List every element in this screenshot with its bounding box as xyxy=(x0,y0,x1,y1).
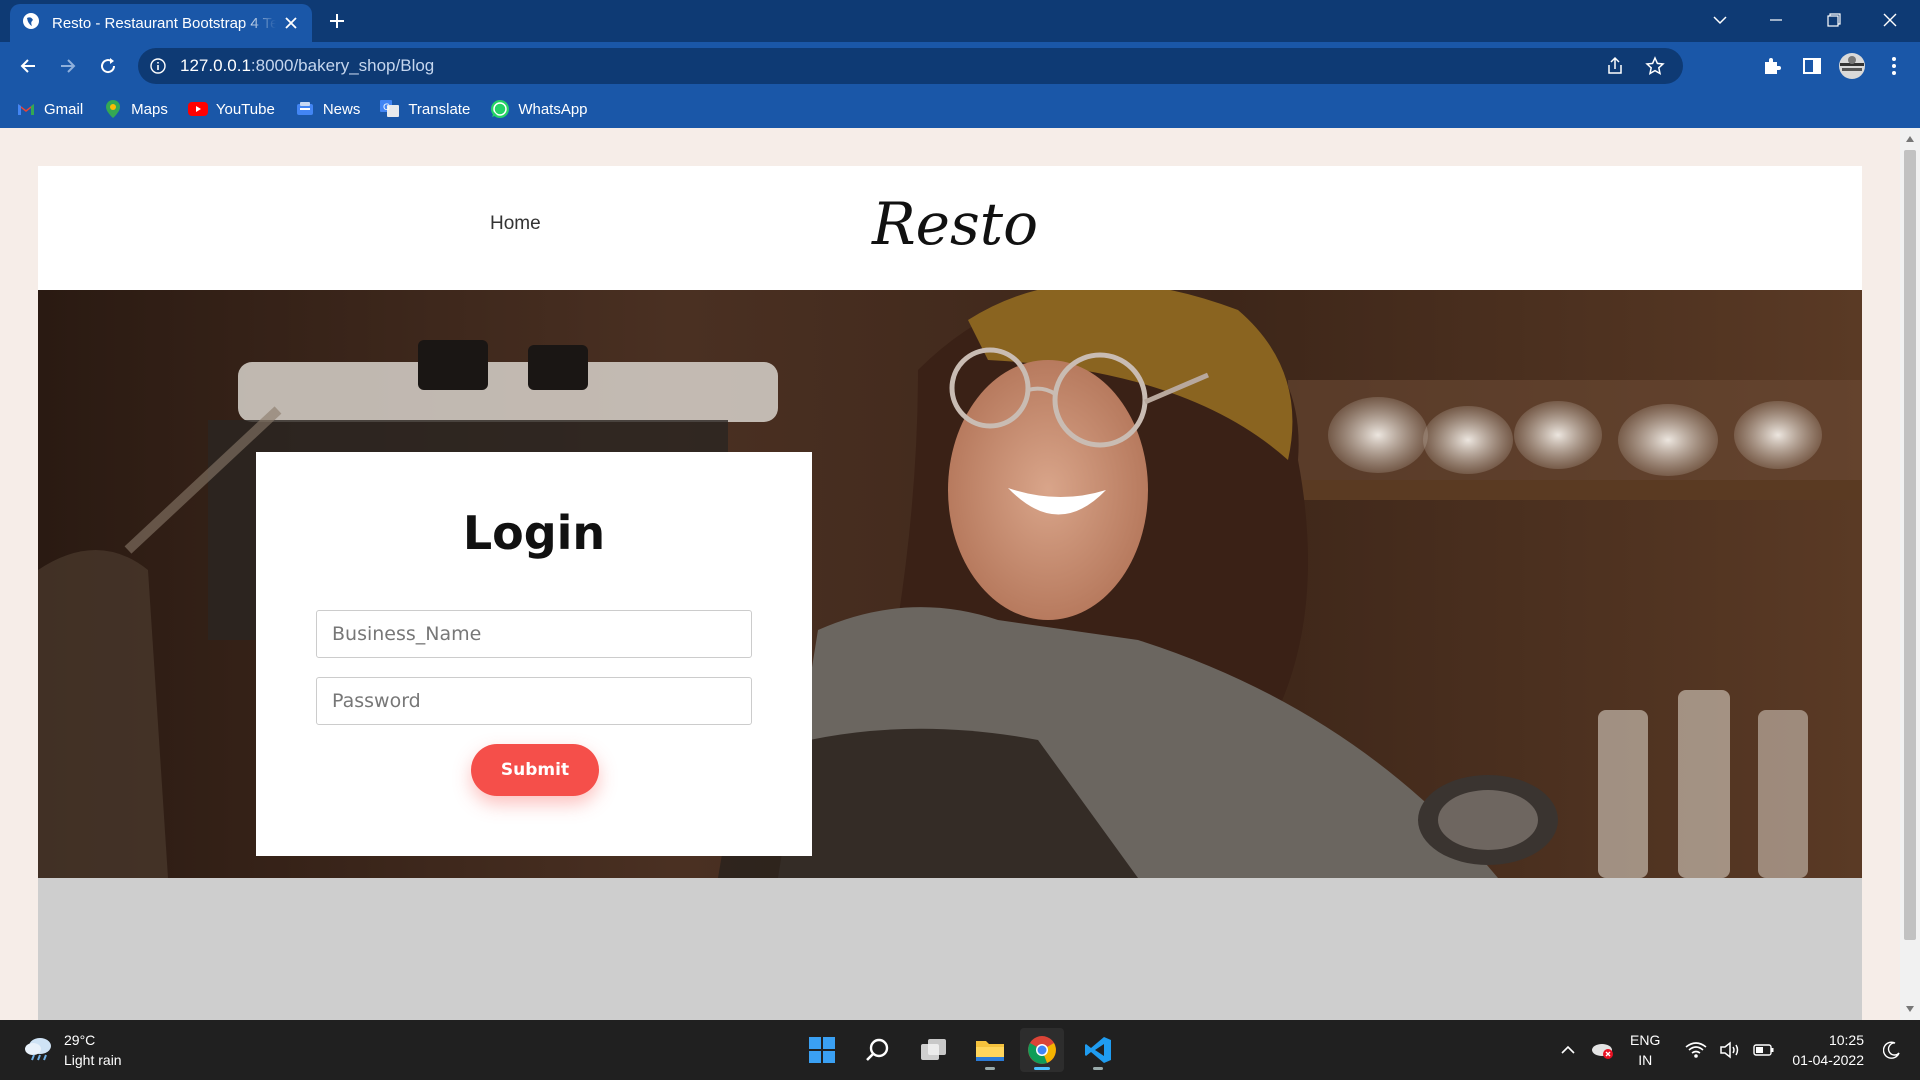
url-host: 127.0.0.1 xyxy=(180,56,251,75)
login-card: Login Submit xyxy=(256,452,812,856)
tab-title: Resto - Restaurant Bootstrap 4 Template xyxy=(52,14,276,32)
news-icon xyxy=(295,99,315,119)
lang-top: ENG xyxy=(1630,1032,1661,1048)
cloud-rain-icon xyxy=(24,1035,54,1066)
bookmark-gmail[interactable]: Gmail xyxy=(16,99,83,119)
bookmark-label: News xyxy=(322,100,361,118)
bookmark-news[interactable]: News xyxy=(295,99,361,119)
back-button[interactable] xyxy=(12,50,44,82)
bookmark-whatsapp[interactable]: WhatsApp xyxy=(490,99,588,119)
bookmark-maps[interactable]: Maps xyxy=(103,99,168,119)
address-bar[interactable]: 127.0.0.1:8000/bakery_shop/Blog xyxy=(138,48,1683,84)
start-button[interactable] xyxy=(800,1028,844,1072)
youtube-icon xyxy=(187,99,208,119)
hero-banner: Login Submit xyxy=(38,290,1862,878)
input-language[interactable]: ENG IN xyxy=(1630,1030,1660,1070)
translate-icon: G xyxy=(380,99,400,119)
task-view-icon[interactable] xyxy=(912,1028,956,1072)
wifi-icon[interactable] xyxy=(1682,1036,1710,1064)
gmail-icon xyxy=(16,99,36,119)
browser-toolbar: 127.0.0.1:8000/bakery_shop/Blog xyxy=(0,42,1920,90)
tab-search-icon[interactable] xyxy=(1692,0,1748,40)
bookmark-youtube[interactable]: YouTube xyxy=(187,99,275,119)
scroll-up-arrow-icon[interactable] xyxy=(1904,134,1916,144)
tab-strip: Resto - Restaurant Bootstrap 4 Template xyxy=(0,0,1920,42)
reload-button[interactable] xyxy=(92,50,124,82)
svg-text:G: G xyxy=(383,103,390,113)
logo-text: Resto xyxy=(871,190,1038,258)
battery-icon[interactable] xyxy=(1750,1036,1778,1064)
forward-button[interactable] xyxy=(52,50,84,82)
resto-logo[interactable]: Resto xyxy=(864,186,1084,266)
lang-bottom: IN xyxy=(1638,1052,1653,1068)
weather-temp: 29°C xyxy=(64,1032,96,1048)
submit-button[interactable]: Submit xyxy=(471,744,599,796)
restore-button[interactable] xyxy=(1806,0,1862,40)
login-title: Login xyxy=(462,506,606,560)
close-window-button[interactable] xyxy=(1862,0,1918,40)
vscode-icon[interactable] xyxy=(1076,1028,1120,1072)
clock[interactable]: 10:25 01-04-2022 xyxy=(1792,1030,1864,1070)
maps-icon xyxy=(103,99,123,119)
volume-icon[interactable] xyxy=(1716,1036,1744,1064)
clock-date: 01-04-2022 xyxy=(1792,1052,1864,1068)
onedrive-icon[interactable] xyxy=(1588,1036,1616,1064)
clock-time: 10:25 xyxy=(1828,1032,1864,1048)
active-indicator xyxy=(1034,1067,1050,1070)
bookmark-label: WhatsApp xyxy=(518,100,588,118)
chevron-up-icon[interactable] xyxy=(1554,1036,1582,1064)
search-icon[interactable] xyxy=(856,1028,900,1072)
bookmark-label: Maps xyxy=(131,100,168,118)
nav-home-link[interactable]: Home xyxy=(490,213,541,235)
focus-assist-icon[interactable] xyxy=(1878,1036,1906,1064)
gray-section xyxy=(38,878,1862,1020)
file-explorer-icon[interactable] xyxy=(968,1028,1012,1072)
page-scrollbar[interactable] xyxy=(1900,128,1920,1020)
scroll-down-arrow-icon[interactable] xyxy=(1904,1004,1916,1014)
business-name-input[interactable] xyxy=(316,610,752,658)
globe-icon xyxy=(22,12,40,34)
weather-widget[interactable]: 29°C Light rain xyxy=(24,1030,122,1070)
password-input[interactable] xyxy=(316,677,752,725)
page-viewport: Home Resto Login Business_Name Submit xyxy=(0,128,1920,1020)
weather-desc: Light rain xyxy=(64,1052,122,1068)
bookmark-label: Gmail xyxy=(44,100,84,118)
side-panel-icon[interactable] xyxy=(1798,52,1826,80)
running-indicator xyxy=(985,1067,995,1070)
scroll-thumb[interactable] xyxy=(1904,150,1916,940)
share-icon[interactable] xyxy=(1605,56,1625,76)
windows-taskbar: 29°C Light rain ENG IN 10:25 01-04-2022 xyxy=(0,1020,1920,1080)
chrome-app-icon[interactable] xyxy=(1020,1028,1064,1072)
bookmark-star-icon[interactable] xyxy=(1645,56,1665,76)
whatsapp-icon xyxy=(490,99,510,119)
info-icon[interactable] xyxy=(150,58,166,74)
url-path: :8000/bakery_shop/Blog xyxy=(250,56,435,75)
menu-kebab-icon[interactable] xyxy=(1880,52,1908,80)
bookmarks-bar: Gmail Maps YouTube News G Translate What… xyxy=(0,90,1920,128)
running-indicator xyxy=(1093,1067,1103,1070)
site-header: Home Resto xyxy=(38,166,1862,290)
browser-tab[interactable]: Resto - Restaurant Bootstrap 4 Template xyxy=(10,4,312,42)
system-tray: ENG IN 10:25 01-04-2022 xyxy=(1548,1020,1906,1080)
bookmark-translate[interactable]: G Translate xyxy=(380,99,470,119)
new-tab-button[interactable] xyxy=(324,8,350,34)
close-tab-icon[interactable] xyxy=(282,14,300,32)
profile-avatar[interactable] xyxy=(1838,52,1866,80)
minimize-button[interactable] xyxy=(1748,0,1804,40)
extensions-icon[interactable] xyxy=(1758,52,1786,80)
bookmark-label: Translate xyxy=(408,100,471,118)
bookmark-label: YouTube xyxy=(215,100,275,118)
